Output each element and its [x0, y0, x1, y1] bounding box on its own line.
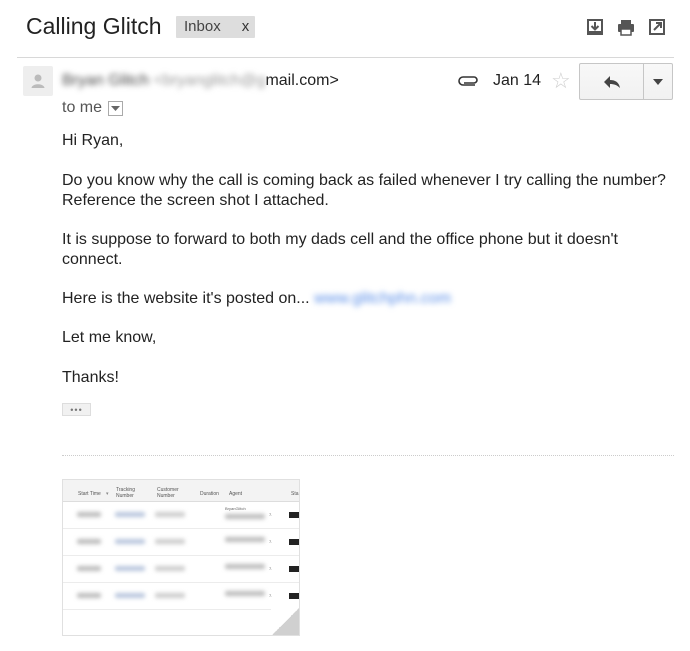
col-tracking-number: Tracking Number: [116, 487, 135, 499]
label-text: Inbox: [184, 18, 221, 35]
more-actions-button[interactable]: [644, 63, 673, 100]
message-date[interactable]: Jan 14: [493, 71, 541, 91]
sender-email-domain: mail.com>: [265, 72, 339, 89]
table-row: 7.: [63, 583, 299, 610]
page-curl-icon: [271, 605, 299, 635]
sort-caret-icon: ▾: [106, 491, 109, 497]
chevron-down-icon: [653, 78, 664, 85]
website-text: Here is the website it's posted on...: [62, 290, 310, 307]
star-icon[interactable]: ☆: [551, 70, 571, 92]
new-window-icon[interactable]: [647, 17, 667, 37]
table-row: 7.: [63, 556, 299, 583]
sender-line[interactable]: Bryan Glitch <bryanglitch@gmail.com>: [62, 71, 339, 91]
col-agent: Agent: [229, 491, 243, 497]
status-badge: [289, 512, 299, 518]
email-subject: Calling Glitch: [26, 13, 162, 39]
show-trimmed-content-button[interactable]: •••: [62, 403, 91, 416]
recipient-line: to me: [62, 98, 124, 118]
status-badge: [289, 593, 299, 599]
body-thanks: Thanks!: [62, 369, 119, 386]
reply-button[interactable]: [579, 63, 645, 100]
header-divider: [17, 57, 674, 58]
attachment-clip-icon[interactable]: [458, 73, 482, 89]
sender-name: Bryan Glitch: [62, 72, 150, 89]
avatar[interactable]: [23, 66, 53, 96]
body-greeting: Hi Ryan,: [62, 132, 124, 149]
col-duration: Duration: [200, 491, 219, 497]
attachment-divider: [62, 455, 674, 456]
status-badge: [289, 566, 299, 572]
body-paragraph-3: Here is the website it's posted on... ww…: [62, 289, 672, 309]
agent-name: BryanGlitch: [225, 506, 246, 511]
attachment-table-header: Start Time ▾ Tracking Number Customer Nu…: [63, 480, 299, 502]
col-status: Sta: [291, 491, 299, 497]
sender-email-hidden: <bryanglitch@g: [153, 72, 266, 89]
attachment-thumbnail[interactable]: Start Time ▾ Tracking Number Customer Nu…: [62, 479, 300, 636]
reply-button-group: [579, 63, 673, 100]
body-paragraph-2: It is suppose to forward to both my dads…: [62, 231, 618, 268]
body-paragraph-1: Do you know why the call is coming back …: [62, 172, 666, 209]
print-icon[interactable]: [616, 17, 636, 37]
table-row: 7.: [63, 529, 299, 556]
table-row: BryanGlitch 7.: [63, 502, 299, 529]
download-icon[interactable]: [585, 17, 605, 37]
show-details-button[interactable]: [108, 100, 124, 116]
person-icon: [31, 74, 45, 88]
caret-down-icon: [111, 105, 121, 111]
website-link[interactable]: www.glitchphn.com: [314, 290, 451, 307]
col-start-time: Start Time: [78, 491, 101, 497]
remove-label-button[interactable]: x: [242, 16, 250, 38]
inbox-label-chip[interactable]: Inbox x: [176, 16, 256, 38]
reply-arrow-icon: [603, 75, 620, 88]
col-customer-number: Customer Number: [157, 487, 179, 499]
body-signoff: Let me know,: [62, 329, 157, 346]
to-me-text: to me: [62, 99, 103, 116]
status-badge: [289, 539, 299, 545]
